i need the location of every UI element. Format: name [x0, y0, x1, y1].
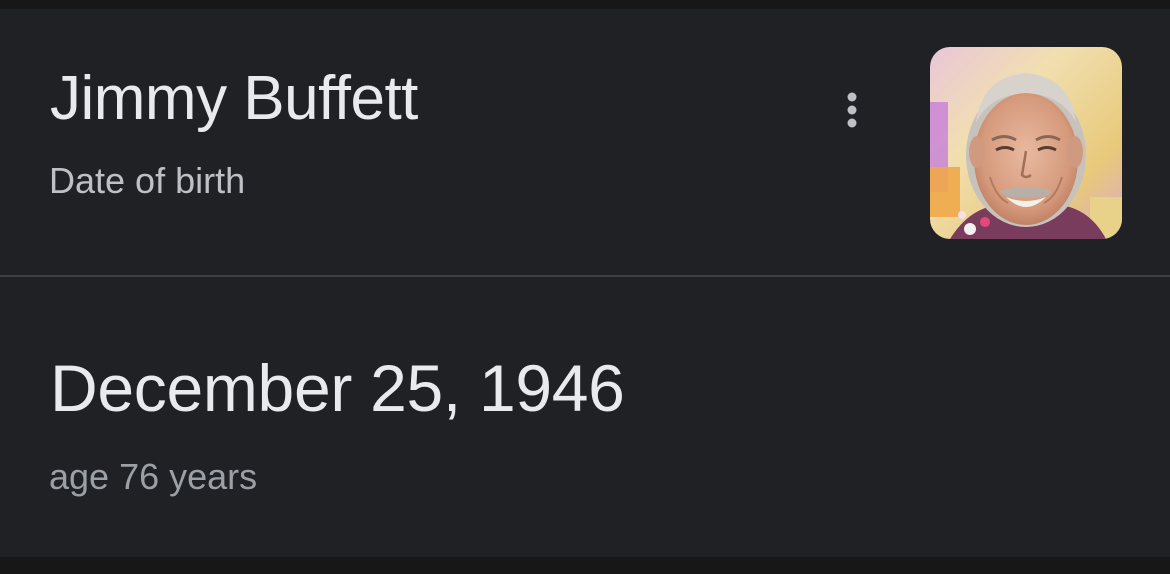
age-text: age 76 years: [49, 456, 258, 497]
birth-date-answer: December 25, 1946: [50, 351, 625, 425]
entity-thumbnail[interactable]: [930, 47, 1122, 239]
more-options-button[interactable]: [830, 85, 874, 135]
panel-header: Jimmy Buffett Date of birth: [0, 9, 1170, 275]
three-dots-vertical-icon: [847, 92, 857, 128]
attribute-label: Date of birth: [49, 160, 246, 201]
bottom-edge-strip: [0, 557, 1170, 574]
knowledge-panel-card: Jimmy Buffett Date of birth December 25,…: [0, 9, 1170, 557]
entity-title[interactable]: Jimmy Buffett: [50, 62, 418, 136]
section-divider: [0, 275, 1170, 277]
top-edge-strip: [0, 0, 1170, 9]
portrait-photo: [930, 47, 1122, 239]
